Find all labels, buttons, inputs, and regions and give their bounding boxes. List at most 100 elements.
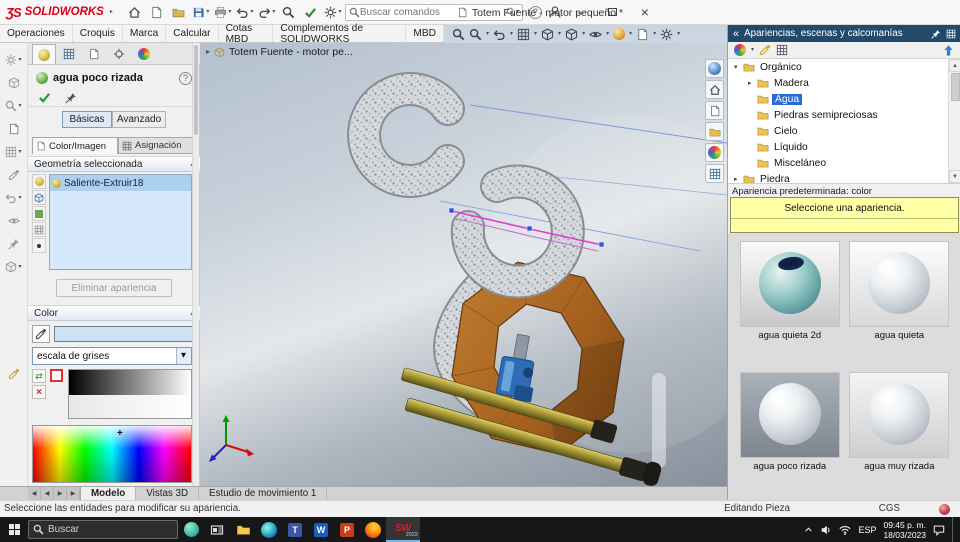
options-icon[interactable] [946, 29, 956, 39]
basic-mode-button[interactable]: Básicas [62, 111, 112, 128]
edit-appearance-icon[interactable] [613, 28, 626, 40]
tab-dimxpert[interactable] [82, 44, 106, 64]
redo-button[interactable]: ▾ [257, 2, 277, 22]
word-icon[interactable]: W [308, 517, 334, 542]
left-toolbar-button[interactable] [1, 212, 27, 229]
3d-model-canvas[interactable] [200, 43, 727, 486]
chats-icon[interactable] [178, 517, 204, 542]
tab-scroll-last-icon[interactable]: ▶ [67, 487, 80, 500]
collapse-icon[interactable]: « [733, 28, 739, 40]
spectrum-crosshair[interactable]: + [117, 428, 123, 439]
tab-scroll-left-icon[interactable]: ◀ [41, 487, 54, 500]
swap-colors-button[interactable]: ⇄ [32, 369, 46, 383]
filter-feature-button[interactable] [32, 222, 46, 237]
paint-tool-icon[interactable] [759, 44, 771, 56]
tab-operaciones[interactable]: Operaciones [0, 25, 73, 42]
hide-show-icon[interactable] [589, 28, 602, 41]
expander-icon[interactable]: ▾ [734, 63, 743, 71]
options-button[interactable]: ▾ [323, 2, 343, 22]
file-explorer-icon[interactable] [230, 517, 256, 542]
left-toolbar-button[interactable]: ▾ [1, 51, 27, 68]
scroll-thumb[interactable] [951, 73, 960, 101]
appearance-thumb[interactable]: agua quieta [848, 241, 952, 362]
notifications-icon[interactable] [933, 524, 945, 536]
undo-button[interactable]: ▾ [235, 2, 255, 22]
tree-item-miscelaneo[interactable]: Misceláneo [728, 155, 960, 171]
pm-help-icon[interactable]: ? [179, 71, 192, 85]
grayscale-gradient-top[interactable] [69, 370, 191, 395]
palette-dropdown[interactable]: escala de grises ▾ [32, 347, 192, 365]
left-toolbar-button[interactable] [1, 235, 27, 252]
left-toolbar-button[interactable] [1, 74, 27, 91]
scroll-up-icon[interactable]: ▲ [949, 59, 960, 72]
remove-appearance-button[interactable]: Eliminar apariencia [56, 279, 172, 297]
tree-item-piedras-semipreciosas[interactable]: Piedras semipreciosas [728, 107, 960, 123]
feature-tree-flyout[interactable]: ▸ Totem Fuente - motor pe... [206, 46, 353, 58]
taskbar-search-input[interactable] [48, 524, 173, 535]
appearance-thumb[interactable]: agua muy rizada [848, 371, 952, 493]
zoom-area-icon[interactable] [469, 28, 482, 41]
grayscale-gradient-bottom[interactable] [69, 395, 191, 418]
geometry-list-item[interactable]: Saliente-Extruir18 [50, 175, 191, 191]
tray-expand-icon[interactable] [804, 525, 813, 534]
tab-propertymanager[interactable] [32, 44, 56, 64]
left-toolbar-button[interactable]: ▾ [1, 97, 27, 114]
tab-mbd[interactable]: MBD [406, 25, 444, 42]
tab-vistas-3d[interactable]: Vistas 3D [136, 487, 200, 500]
tab-display-pane[interactable] [107, 44, 131, 64]
expander-icon[interactable]: ▸ [734, 175, 743, 183]
zoom-fit-icon[interactable] [452, 28, 465, 41]
sketch-tool-button[interactable] [1, 365, 27, 382]
status-ball-icon[interactable] [939, 504, 950, 515]
active-color-swatch[interactable] [50, 369, 63, 382]
tree-item-cielo[interactable]: Cielo [728, 123, 960, 139]
tree-scrollbar[interactable]: ▲ ▼ [948, 59, 960, 183]
left-toolbar-button[interactable]: ▾ [1, 143, 27, 160]
show-desktop-button[interactable] [952, 517, 956, 542]
print-button[interactable]: ▾ [213, 2, 233, 22]
teams-icon[interactable]: T [282, 517, 308, 542]
tab-appearances[interactable] [132, 44, 156, 64]
tree-item-piedra[interactable]: ▸ Piedra [728, 171, 960, 183]
previous-view-icon[interactable] [493, 28, 506, 41]
current-color-swatch[interactable] [54, 326, 194, 342]
keep-visible-pin-icon[interactable] [65, 92, 77, 104]
selected-geometry-list[interactable]: Saliente-Extruir18 [49, 174, 192, 270]
property-manager-scrollbar[interactable] [192, 43, 199, 486]
tab-mapping[interactable]: Asignación [118, 137, 194, 154]
filter-face-button[interactable] [32, 206, 46, 221]
left-toolbar-button[interactable]: ▾ [1, 258, 27, 275]
flyout-expander-icon[interactable]: ▸ [206, 48, 210, 56]
eyedropper-button[interactable] [32, 325, 50, 343]
volume-icon[interactable] [820, 524, 832, 536]
tab-color-image[interactable]: Color/Imagen [32, 137, 118, 154]
water-swirl-top[interactable] [347, 72, 465, 198]
left-toolbar-button[interactable] [1, 120, 27, 137]
resources-tab[interactable] [705, 59, 724, 78]
tab-scroll-first-icon[interactable]: ◀ [28, 487, 41, 500]
appearance-thumb[interactable]: agua poco rizada [738, 371, 842, 493]
section-view-icon[interactable] [517, 28, 530, 41]
display-style-icon[interactable] [565, 28, 578, 41]
tab-estudio-movimiento[interactable]: Estudio de movimiento 1 [199, 487, 328, 500]
view-orientation-icon[interactable] [541, 28, 554, 41]
solidworks-taskbar-icon[interactable]: SW 2022 [386, 517, 420, 542]
language-indicator[interactable]: ESP [858, 525, 876, 535]
select-button[interactable] [279, 2, 299, 22]
tab-calcular[interactable]: Calcular [166, 25, 219, 42]
network-icon[interactable] [839, 524, 851, 536]
custom-properties-tab[interactable] [705, 164, 724, 183]
delete-color-button[interactable]: × [32, 385, 46, 399]
appearances-icon[interactable] [734, 44, 746, 56]
dropdown-caret-icon[interactable]: ▾ [176, 348, 191, 364]
taskbar-search[interactable] [28, 520, 178, 539]
apply-scene-icon[interactable] [636, 28, 649, 41]
tree-item-agua[interactable]: Agua [728, 91, 960, 107]
pin-icon[interactable] [931, 29, 941, 39]
tab-complementos[interactable]: Complementos de SOLIDWORKS [273, 23, 407, 45]
view-options-icon[interactable] [776, 44, 788, 56]
task-view-icon[interactable] [204, 517, 230, 542]
new-document-button[interactable] [147, 2, 167, 22]
home-button[interactable] [125, 2, 145, 22]
open-button[interactable] [169, 2, 189, 22]
